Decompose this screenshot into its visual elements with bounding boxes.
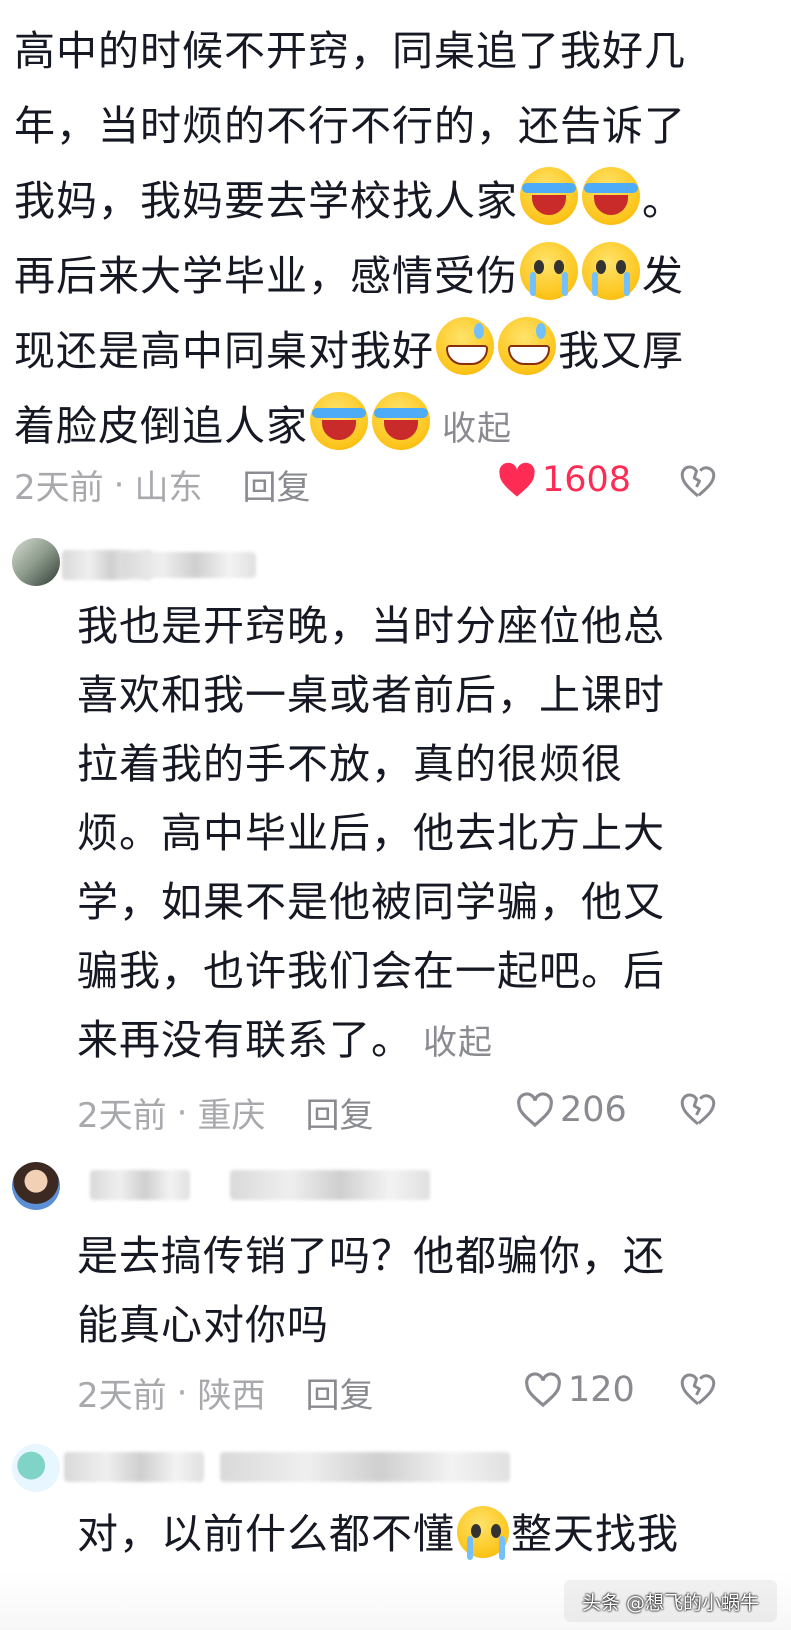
timestamp: 2天前	[77, 1376, 167, 1416]
text-line: 年，当时烦的不行不行的，还告诉了	[14, 102, 686, 150]
crying-laughing-emoji-icon	[520, 167, 578, 225]
heart-icon	[499, 462, 535, 497]
username-blurred	[230, 1170, 430, 1200]
reply-button[interactable]: 回复	[305, 1368, 373, 1417]
grimacing-sweat-emoji-icon	[436, 317, 494, 375]
text-line: 现还是高中同桌对我好	[14, 327, 434, 375]
heart-outline-icon	[517, 1092, 553, 1128]
username-blurred	[122, 552, 256, 578]
pleading-tears-emoji-icon	[582, 242, 640, 300]
text-line: 我妈，我妈要去学校找人家	[14, 177, 518, 225]
text-fragment: 我又厚	[558, 327, 684, 375]
crying-laughing-emoji-icon	[372, 392, 430, 450]
avatar[interactable]	[12, 538, 60, 586]
like-button[interactable]: 120	[524, 1370, 635, 1410]
separator: ·	[176, 1372, 188, 1413]
reply-button[interactable]: 回复	[242, 460, 310, 509]
grimacing-sweat-emoji-icon	[498, 317, 556, 375]
location: 重庆	[197, 1096, 266, 1136]
text-line: 学，如果不是他被同学骗，他又	[77, 878, 665, 926]
reply-meta: 2天前 · 陕西 回复	[77, 1368, 373, 1417]
crying-laughing-emoji-icon	[582, 167, 640, 225]
location: 陕西	[197, 1376, 266, 1416]
pleading-tears-emoji-icon	[520, 242, 578, 300]
watermark: 头条 @想飞的小蜗牛	[563, 1580, 777, 1622]
text-line: 烦。高中毕业后，他去北方上大	[77, 809, 665, 857]
timestamp: 2天前	[77, 1096, 167, 1136]
like-count: 1608	[542, 460, 632, 500]
like-button[interactable]: 206	[516, 1090, 627, 1130]
avatar[interactable]	[12, 1444, 60, 1492]
username-blurred	[220, 1452, 510, 1482]
text-fragment: 发	[642, 252, 684, 300]
reply-button[interactable]: 回复	[305, 1088, 373, 1137]
username-blurred	[64, 1452, 204, 1482]
separator: ·	[176, 1092, 188, 1133]
broken-heart-icon	[680, 465, 716, 498]
username-blurred	[90, 1170, 190, 1200]
text-line: 来再没有联系了。	[77, 1016, 413, 1064]
collapse-button[interactable]: 收起	[442, 409, 512, 449]
text-line: 对，以前什么都不懂	[77, 1510, 455, 1558]
text-fragment: 。	[642, 177, 684, 225]
timestamp: 2天前	[14, 468, 104, 508]
like-button[interactable]: 1608	[498, 460, 631, 500]
crying-laughing-emoji-icon	[310, 392, 368, 450]
dislike-button[interactable]	[680, 1372, 716, 1410]
text-line: 能真心对你吗	[77, 1301, 329, 1349]
reply-text: 我也是开窍晚，当时分座位他总 喜欢和我一桌或者前后，上课时 拉着我的手不放，真的…	[77, 592, 707, 1078]
text-line: 是去搞传销了吗？他都骗你，还	[77, 1232, 665, 1280]
reply-meta: 2天前 · 重庆 回复	[77, 1088, 373, 1137]
text-line: 着脸皮倒追人家	[14, 402, 308, 450]
text-line: 我也是开窍晚，当时分座位他总	[77, 602, 665, 650]
text-fragment: 整天找我	[511, 1510, 679, 1558]
avatar[interactable]	[12, 1162, 60, 1210]
top-comment: 高中的时候不开窍，同桌追了我好几 年，当时烦的不行不行的，还告诉了 我妈，我妈要…	[14, 14, 734, 467]
pleading-tears-emoji-icon	[457, 1506, 509, 1560]
reply-text: 对，以前什么都不懂 整天找我	[77, 1500, 707, 1569]
separator: ·	[113, 464, 125, 505]
top-comment-text: 高中的时候不开窍，同桌追了我好几 年，当时烦的不行不行的，还告诉了 我妈，我妈要…	[14, 14, 734, 467]
heart-outline-icon	[525, 1372, 561, 1408]
text-line: 喜欢和我一桌或者前后，上课时	[77, 671, 665, 719]
text-line: 骗我，也许我们会在一起吧。后	[77, 947, 665, 995]
text-line: 拉着我的手不放，真的很烦很	[77, 740, 623, 788]
text-line: 高中的时候不开窍，同桌追了我好几	[14, 27, 686, 75]
top-comment-meta: 2天前 · 山东 回复	[14, 460, 310, 509]
dislike-button[interactable]	[680, 1092, 716, 1130]
reply-text: 是去搞传销了吗？他都骗你，还 能真心对你吗	[77, 1222, 707, 1360]
broken-heart-icon	[680, 1373, 716, 1406]
comment-thread: 高中的时候不开窍，同桌追了我好几 年，当时烦的不行不行的，还告诉了 我妈，我妈要…	[0, 0, 791, 1630]
dislike-button[interactable]	[680, 464, 716, 502]
text-line: 再后来大学毕业，感情受伤	[14, 252, 518, 300]
like-count: 206	[560, 1090, 627, 1130]
location: 山东	[134, 468, 203, 508]
like-count: 120	[568, 1370, 635, 1410]
broken-heart-icon	[680, 1093, 716, 1126]
collapse-button[interactable]: 收起	[423, 1023, 493, 1063]
